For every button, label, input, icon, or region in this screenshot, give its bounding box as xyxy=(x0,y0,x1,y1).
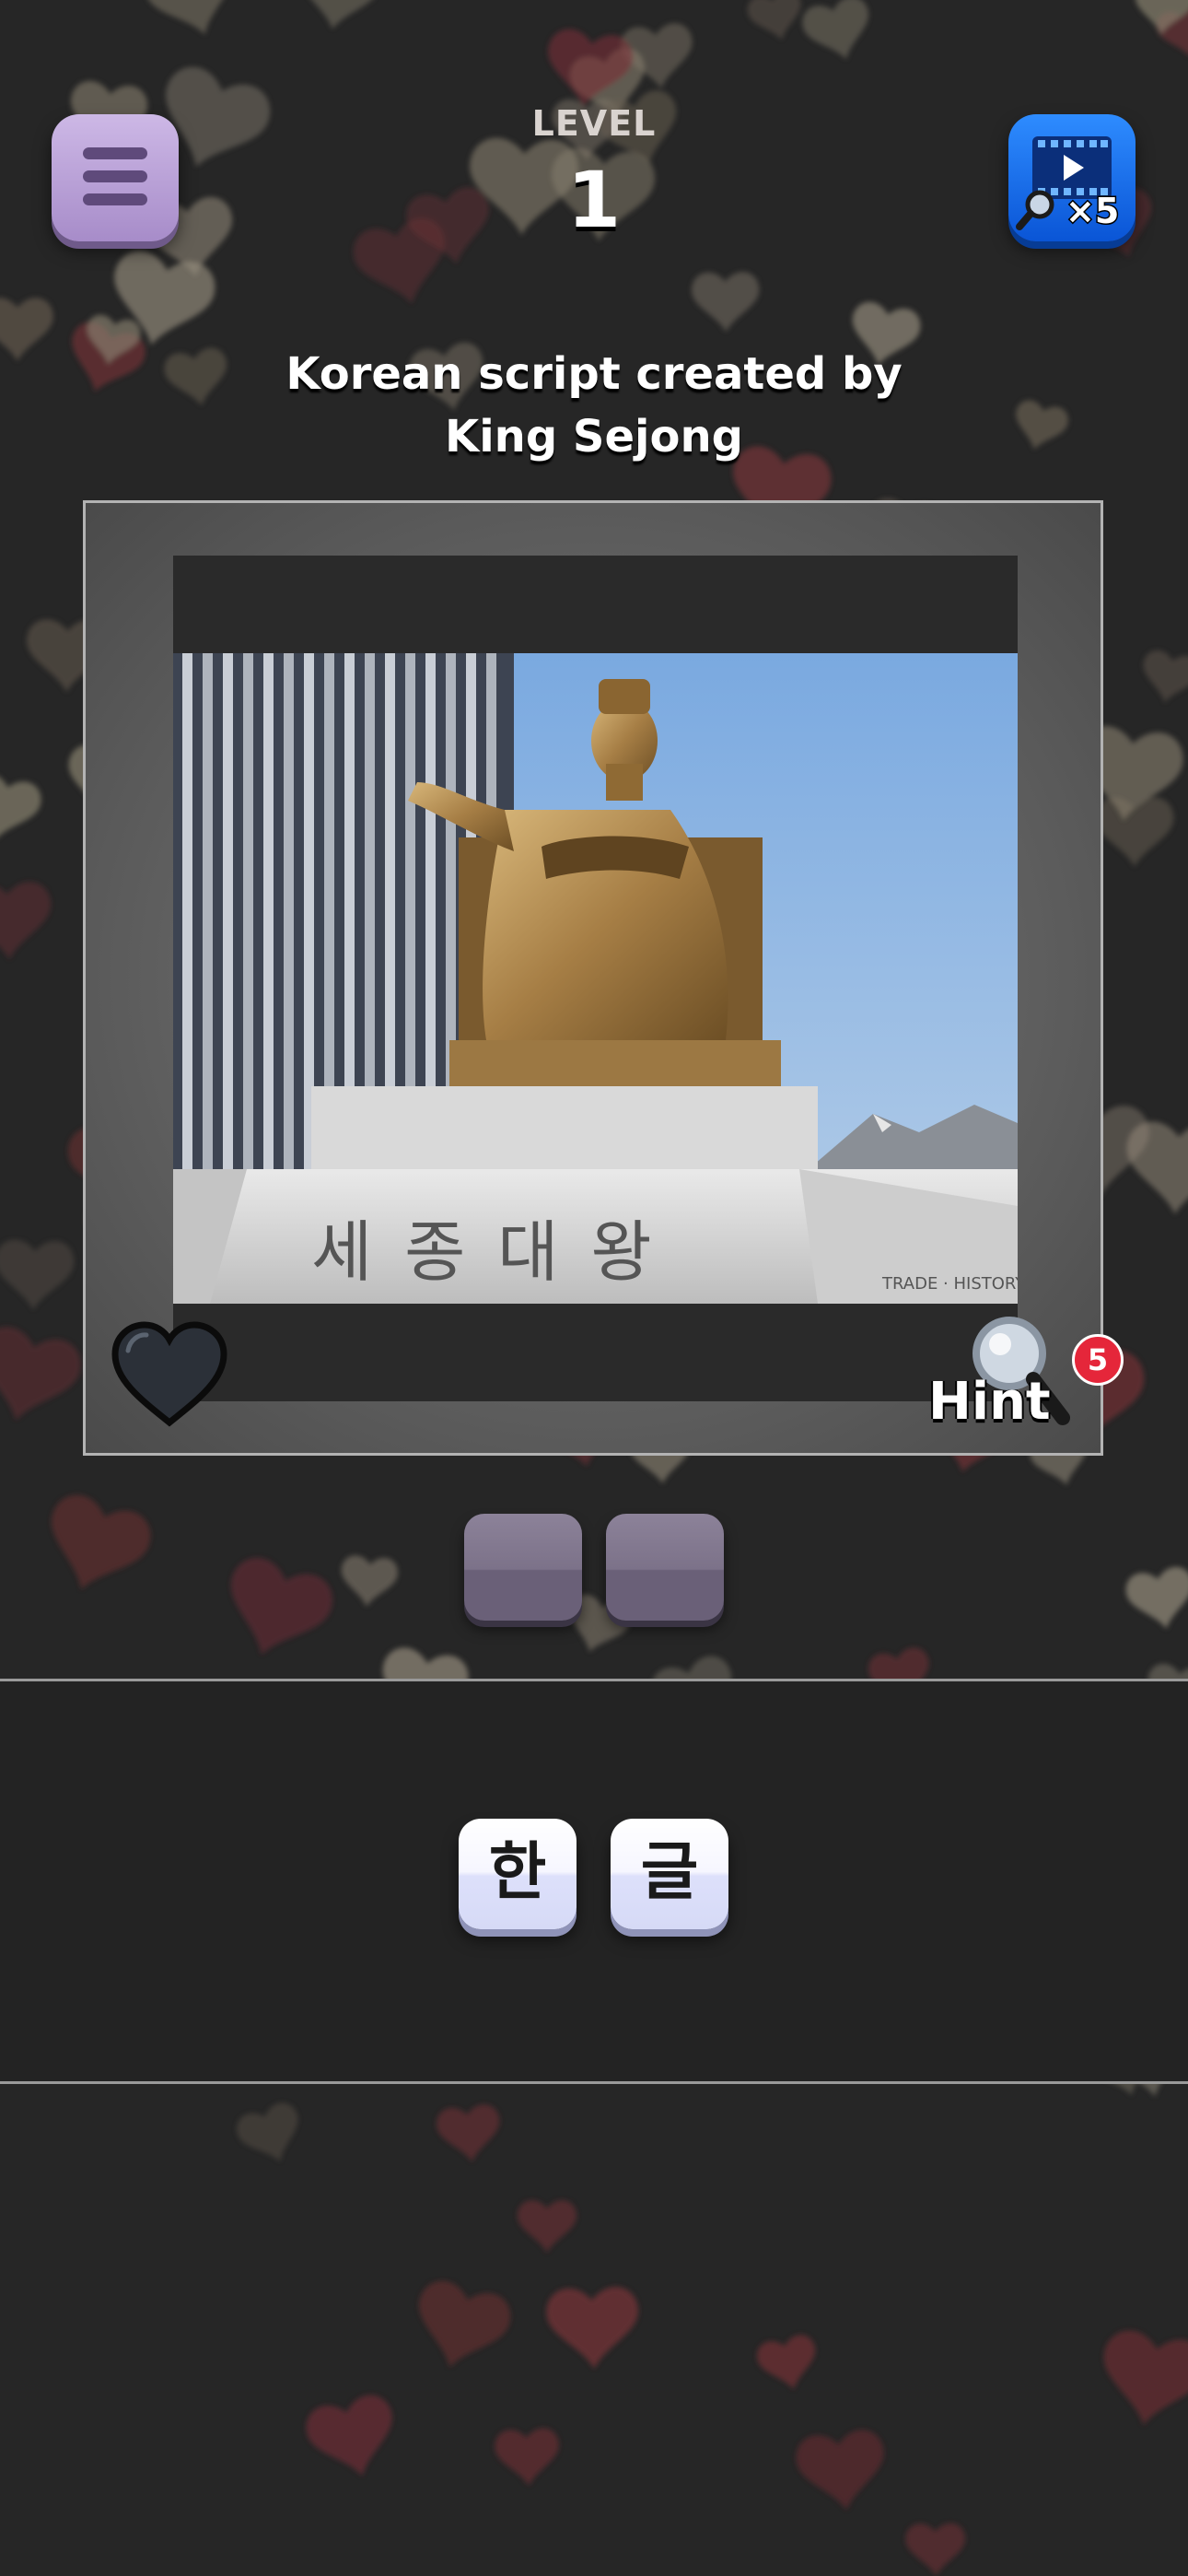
hint-label: Hint xyxy=(928,1372,1051,1432)
video-hint-multiplier: ×5 xyxy=(1066,191,1119,231)
svg-text:TRADE · HISTORY: TRADE · HISTORY xyxy=(881,1274,1018,1294)
answer-slot[interactable] xyxy=(606,1514,724,1621)
statue-inscription: 세 종 대 왕 xyxy=(311,1213,658,1291)
hint-count-badge: 5 xyxy=(1072,1334,1124,1386)
answer-slot[interactable] xyxy=(464,1514,582,1621)
letter-tray: 한 글 xyxy=(0,1679,1188,2084)
clue-text: Korean script created by King Sejong xyxy=(285,348,903,463)
hint-button[interactable]: Hint xyxy=(928,1309,1103,1447)
letter-tile[interactable]: 글 xyxy=(611,1819,728,1929)
puzzle-frame: 세 종 대 왕 TRADE · HISTORY Hint xyxy=(83,500,1103,1456)
puzzle-image-area: 세 종 대 왕 TRADE · HISTORY xyxy=(173,556,1018,1401)
puzzle-photo: 세 종 대 왕 TRADE · HISTORY xyxy=(173,653,1018,1304)
favorite-button[interactable] xyxy=(110,1319,229,1434)
video-hint-button[interactable]: ×5 xyxy=(1008,114,1136,241)
heart-icon xyxy=(111,1321,227,1427)
letter-tile[interactable]: 한 xyxy=(459,1819,577,1929)
video-magnifier-icon: ×5 xyxy=(1016,136,1121,233)
